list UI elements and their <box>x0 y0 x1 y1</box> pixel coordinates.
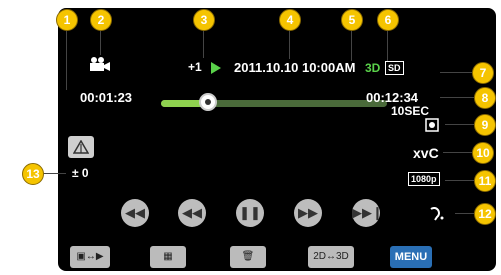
switch-button[interactable]: ▣↔▶ <box>70 246 110 268</box>
callout-1: 1 <box>56 9 78 31</box>
leader-line <box>440 97 474 98</box>
elapsed-time: 00:01:23 <box>80 90 133 105</box>
hearing-icon <box>428 207 446 226</box>
menu-button[interactable]: MENU <box>390 246 432 268</box>
leader-line <box>289 29 290 59</box>
callout-4: 4 <box>279 9 301 31</box>
pause-button[interactable]: ❚❚ <box>236 199 264 227</box>
parallax-button[interactable] <box>68 136 94 158</box>
skip-forward-icon: ▶▶❙ <box>352 205 383 220</box>
play-arrow-icon <box>211 61 221 79</box>
callout-3: 3 <box>193 9 215 31</box>
index-button[interactable]: ▦ <box>150 246 186 268</box>
leader-line <box>455 213 474 214</box>
date-time: 2011.10.10 10:00AM <box>234 60 356 75</box>
seek-knob[interactable] <box>199 93 218 111</box>
seek-bar[interactable] <box>161 93 387 111</box>
leader-line <box>445 124 474 125</box>
movie-camera-icon <box>88 56 112 77</box>
skip-forward-button[interactable]: ▶▶❙ <box>352 199 383 227</box>
leader-line <box>66 29 67 90</box>
leader-line <box>445 180 474 181</box>
callout-2: 2 <box>90 9 112 31</box>
rewind-icon: ◀◀ <box>125 205 145 220</box>
slow-forward-button[interactable]: ▶▶ <box>294 199 322 227</box>
resolution-badge: 1080p <box>408 172 440 186</box>
slow-rewind-button[interactable]: ◀◀ <box>178 199 206 227</box>
playback-speed: +1 <box>188 60 202 74</box>
callout-9: 9 <box>474 114 496 136</box>
leader-line <box>351 29 352 61</box>
skip-interval: 10SEC <box>391 104 430 118</box>
leader-line <box>443 152 472 153</box>
parallax-icon <box>72 139 90 159</box>
index-icon: ▦ <box>163 251 173 262</box>
callout-7: 7 <box>472 62 494 84</box>
callout-6: 6 <box>377 9 399 31</box>
codec-label: xvC <box>413 145 439 161</box>
callout-11: 11 <box>474 170 496 192</box>
callout-8: 8 <box>474 87 496 109</box>
trash-icon: 🗑 <box>241 251 255 262</box>
protect-icon <box>425 118 439 137</box>
callout-5: 5 <box>341 9 363 31</box>
leader-line <box>100 29 101 55</box>
badge-3d: 3D <box>365 61 381 75</box>
playback-screen: 00:01:23 +1 2011.10.10 10:00AM 3D SD 00:… <box>58 8 496 271</box>
leader-line <box>42 173 66 174</box>
parallax-value: ± 0 <box>72 166 89 180</box>
total-time: 00:12:34 <box>366 90 419 105</box>
switch-icon: ▣↔▶ <box>76 251 104 262</box>
rewind-button[interactable]: ◀◀ <box>121 199 149 227</box>
leader-line <box>387 29 388 61</box>
callout-12: 12 <box>474 203 496 225</box>
slow-rewind-icon: ◀◀ <box>182 205 202 220</box>
callout-10: 10 <box>472 142 494 164</box>
badge-sd: SD <box>385 61 404 75</box>
slow-forward-icon: ▶▶ <box>298 205 318 220</box>
delete-button[interactable]: 🗑 <box>230 246 266 268</box>
callout-13: 13 <box>22 163 44 185</box>
leader-line <box>203 29 204 58</box>
pause-icon: ❚❚ <box>239 205 261 220</box>
mode-2d3d-button[interactable]: 2D↔3D <box>308 246 354 268</box>
leader-line <box>440 72 472 73</box>
